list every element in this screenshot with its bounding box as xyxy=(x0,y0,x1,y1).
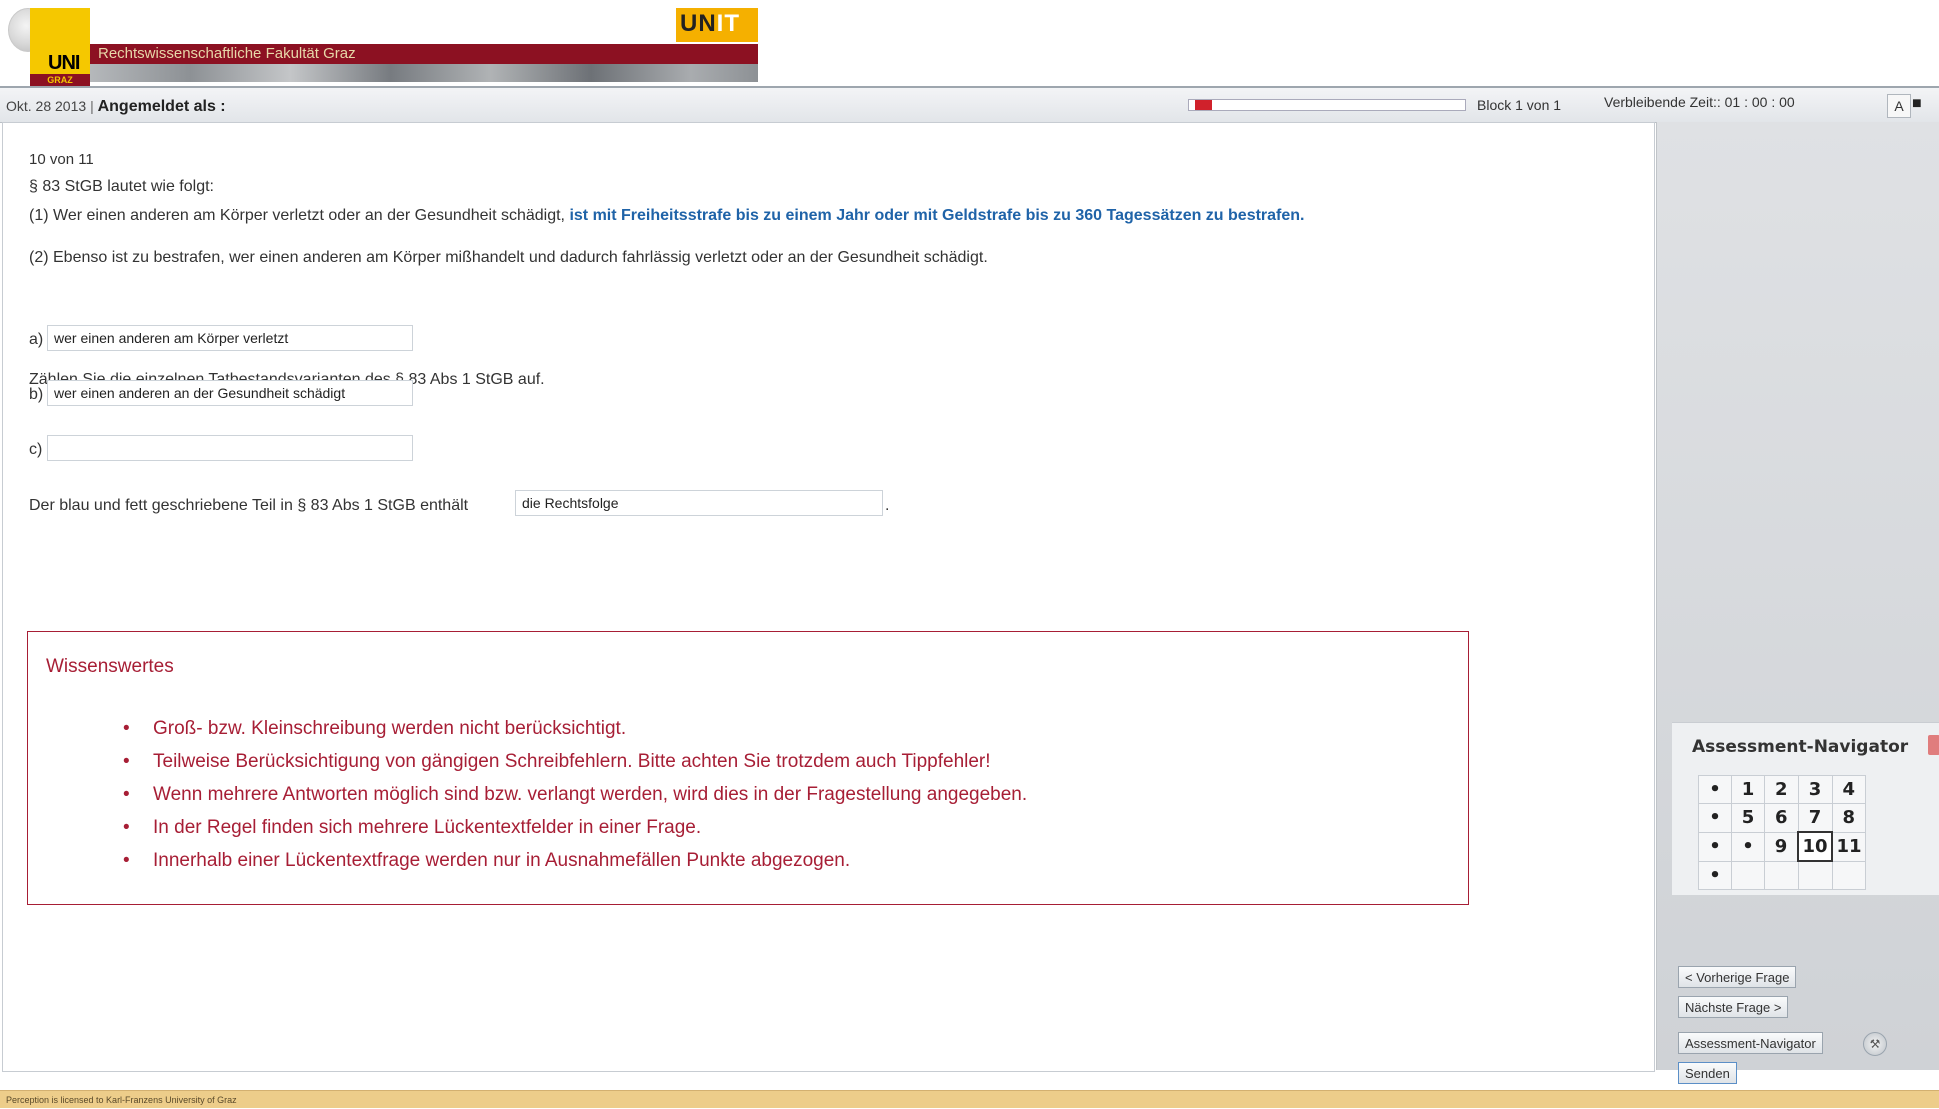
unit-logo-text-b: IT xyxy=(716,10,740,37)
nav-cell-empty xyxy=(1731,860,1765,890)
nav-cell[interactable]: • xyxy=(1698,775,1732,804)
logged-in-label: Angemeldet als : xyxy=(97,98,226,115)
nav-question-6[interactable]: 6 xyxy=(1764,803,1799,833)
nav-question-9[interactable]: 9 xyxy=(1764,831,1799,862)
uni-logo-subtext: GRAZ xyxy=(30,74,90,86)
bullet: • xyxy=(123,817,130,838)
info-item: • Groß- bzw. Kleinschreibung werden nicht… xyxy=(123,712,1027,745)
gap-question-suffix: . xyxy=(885,497,890,514)
answer-field-a[interactable] xyxy=(47,325,413,351)
assessment-navigator-button[interactable]: Assessment-Navigator xyxy=(1678,1032,1823,1054)
nav-question-3[interactable]: 3 xyxy=(1797,775,1833,804)
info-item: • Wenn mehrere Antworten möglich sind bzw… xyxy=(123,778,1027,811)
info-item: • Teilweise Berücksichtigung von gängigen… xyxy=(123,745,1027,778)
nav-cell[interactable]: • xyxy=(1698,831,1732,862)
statute-paragraph-1: (1) Wer einen anderen am Körper verletzt… xyxy=(29,205,1629,227)
progress-fill xyxy=(1195,100,1212,110)
answer-field-c[interactable] xyxy=(47,435,413,461)
nav-question-10-current[interactable]: 10 xyxy=(1797,831,1833,862)
question-panel: 10 von 11 § 83 StGB lautet wie folgt: (1… xyxy=(2,122,1655,1072)
nav-question-11[interactable]: 11 xyxy=(1831,831,1866,862)
nav-question-4[interactable]: 4 xyxy=(1831,775,1866,804)
unit-logo: UNIT xyxy=(676,8,758,42)
statute-text-highlight: ist mit Freiheitsstrafe bis zu einem Jah… xyxy=(569,207,1305,224)
info-item: • Innerhalb einer Lückentextfrage werden … xyxy=(123,844,1027,877)
answer-field-b[interactable] xyxy=(47,380,413,406)
answer-label-b: b) xyxy=(29,386,44,403)
info-box-title: Wissenswertes xyxy=(46,656,174,677)
gap-question-prefix: Der blau und fett geschriebene Teil in §… xyxy=(29,497,469,514)
separator: | xyxy=(90,98,94,114)
info-item: • In der Regel finden sich mehrere Lücken… xyxy=(123,811,1027,844)
bullet: • xyxy=(123,784,130,805)
nav-question-1[interactable]: 1 xyxy=(1731,775,1765,804)
navigator-title: Assessment-Navigator xyxy=(1692,737,1909,757)
header-banner: UNI GRAZ Rechtswissenschaftliche Fakultä… xyxy=(0,0,1939,86)
nav-question-7[interactable]: 7 xyxy=(1797,803,1833,833)
uni-graz-logo: UNI GRAZ xyxy=(30,8,90,86)
navigator-grid: • 1 2 3 4 • 5 6 7 8 • • 9 10 11 • xyxy=(1698,775,1866,890)
bullet: • xyxy=(123,850,130,871)
info-item-text: Wenn mehrere Antworten möglich sind bzw.… xyxy=(153,784,1028,805)
faculty-title: Rechtswissenschaftliche Fakultät Graz xyxy=(90,44,758,64)
question-counter: 10 von 11 xyxy=(29,151,94,168)
nav-cell-empty xyxy=(1764,860,1799,890)
nav-question-2[interactable]: 2 xyxy=(1764,775,1799,804)
right-sidebar xyxy=(1656,122,1939,1070)
statute-text-plain: (1) Wer einen anderen am Körper verletzt… xyxy=(29,207,570,224)
question-intro: § 83 StGB lautet wie folgt: xyxy=(29,178,214,195)
time-remaining: Verbleibende Zeit:: 01 : 00 : 00 xyxy=(1604,94,1795,110)
info-item-text: In der Regel finden sich mehrere Lückent… xyxy=(153,817,702,838)
status-bar: Okt. 28 2013 | Angemeldet als : Block 1 … xyxy=(0,86,1939,123)
license-footer: Perception is licensed to Karl-Franzens … xyxy=(0,1090,1939,1108)
settings-wrench-icon[interactable]: ⚒ xyxy=(1863,1032,1887,1056)
nav-cell[interactable]: • xyxy=(1698,803,1732,833)
nav-cell[interactable]: • xyxy=(1731,831,1765,862)
info-item-text: Groß- bzw. Kleinschreibung werden nicht … xyxy=(153,718,627,739)
session-date: Okt. 28 2013 xyxy=(6,98,87,114)
bullet: • xyxy=(123,718,130,739)
next-question-button[interactable]: Nächste Frage > xyxy=(1678,996,1789,1018)
info-list: • Groß- bzw. Kleinschreibung werden nicht… xyxy=(123,712,1027,877)
speaker-icon[interactable]: ■ xyxy=(1912,95,1934,115)
answer-label-c: c) xyxy=(29,441,43,458)
info-box: Wissenswertes • Groß- bzw. Kleinschreibun… xyxy=(27,631,1469,905)
unit-logo-text-a: UN xyxy=(680,10,717,37)
statute-paragraph-2: (2) Ebenso ist zu bestrafen, wer einen a… xyxy=(29,249,988,266)
session-info: Okt. 28 2013 | Angemeldet als : xyxy=(6,98,226,116)
send-button[interactable]: Senden xyxy=(1678,1062,1737,1084)
nav-cell-empty xyxy=(1831,860,1866,890)
progress-bar xyxy=(1188,99,1466,111)
nav-cell[interactable]: • xyxy=(1698,860,1732,890)
info-item-text: Innerhalb einer Lückentextfrage werden n… xyxy=(153,850,851,871)
answer-label-a: a) xyxy=(29,331,44,348)
font-size-button[interactable]: A xyxy=(1887,94,1911,118)
navigator-close-icon[interactable] xyxy=(1928,735,1939,755)
nav-question-8[interactable]: 8 xyxy=(1831,803,1866,833)
gap-answer-field[interactable] xyxy=(515,490,883,516)
nav-question-5[interactable]: 5 xyxy=(1731,803,1765,833)
assessment-navigator: Assessment-Navigator • 1 2 3 4 • 5 6 7 8… xyxy=(1672,722,1939,895)
info-item-text: Teilweise Berücksichtigung von gängigen … xyxy=(153,751,991,772)
uni-logo-text: UNI xyxy=(48,52,80,74)
faculty-photo-strip xyxy=(90,64,758,82)
block-indicator: Block 1 von 1 xyxy=(1477,97,1562,113)
bullet: • xyxy=(123,751,130,772)
previous-question-button[interactable]: < Vorherige Frage xyxy=(1678,966,1797,988)
nav-cell-empty xyxy=(1797,860,1833,890)
